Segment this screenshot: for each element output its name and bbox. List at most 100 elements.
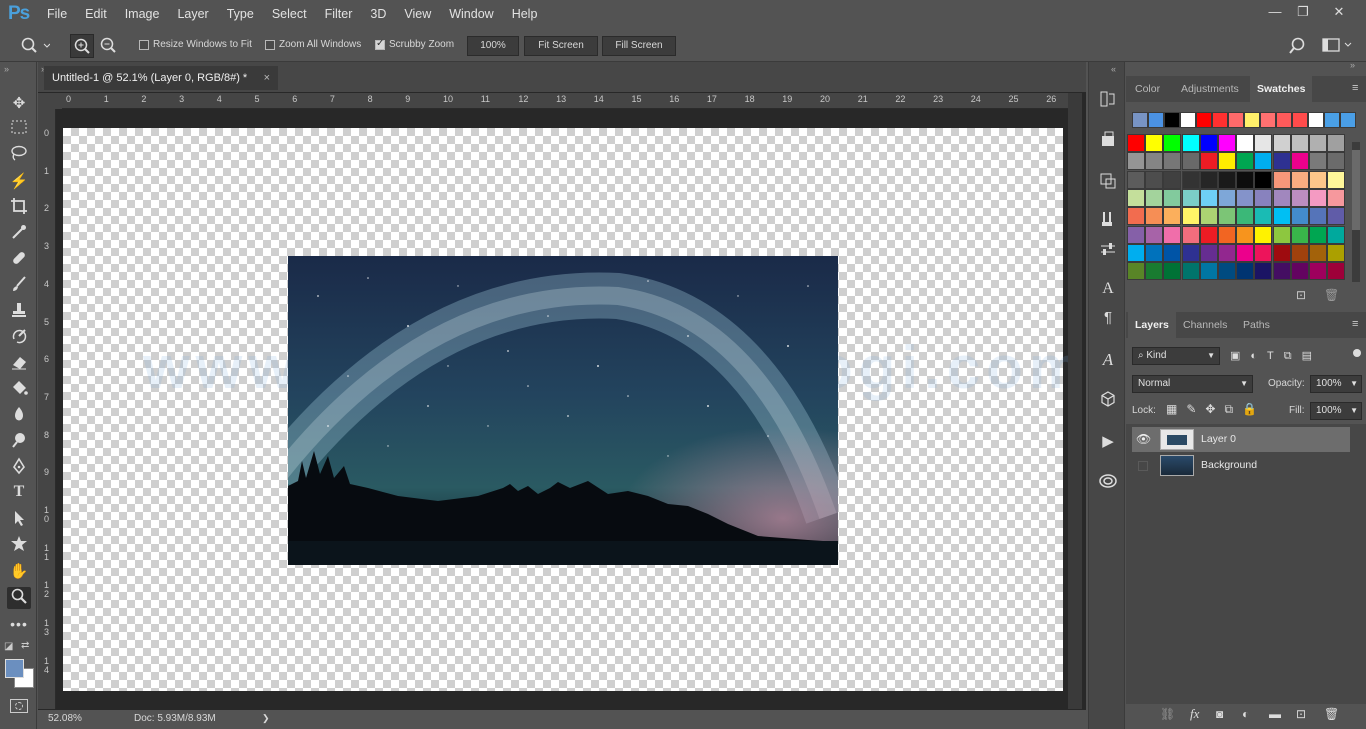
color-swatch[interactable] [1127,134,1145,152]
swatches-scrollbar[interactable] [1352,142,1360,282]
night-sky-image[interactable] [288,256,838,565]
blend-mode-select[interactable]: Normal ▼ [1132,375,1253,393]
close-document-icon[interactable]: × [264,66,270,90]
color-swatch[interactable] [1236,152,1255,171]
color-swatch[interactable] [1163,134,1182,152]
color-swatch[interactable] [1236,207,1255,226]
color-swatch[interactable] [1199,188,1218,207]
color-swatch[interactable] [1181,134,1200,152]
color-swatch[interactable] [1199,243,1218,262]
new-swatch-icon[interactable]: ⊡ [1296,288,1306,302]
quick-mask-icon[interactable] [10,699,28,713]
recent-swatch[interactable] [1244,112,1260,128]
color-swatch[interactable] [1254,188,1273,207]
color-swatch[interactable] [1272,207,1291,226]
color-swatch[interactable] [1327,243,1346,262]
eraser-tool-icon[interactable] [7,353,31,375]
color-swatch[interactable] [1145,170,1164,189]
color-swatch[interactable] [1272,170,1291,189]
color-swatch[interactable] [1290,188,1309,207]
color-swatch[interactable] [1181,207,1200,226]
swap-colors-icon[interactable]: ⇄ [21,640,29,651]
color-swatch[interactable] [1309,152,1327,171]
adjustments-sliders-icon[interactable] [1098,240,1118,260]
recent-swatch[interactable] [1228,112,1244,128]
hand-tool-icon[interactable]: ✋ [7,561,31,583]
workspace-icon[interactable] [1322,38,1354,54]
tab-color[interactable]: Color [1128,76,1167,102]
filter-kind-select[interactable]: ⌕ Kind ▼ [1132,347,1220,365]
color-swatch[interactable] [1309,134,1327,152]
vertical-ruler[interactable]: 0 1 2 3 4 5 6 7 8 9 1 0 1 1 1 2 1 3 1 4 [38,109,56,709]
color-swatch[interactable] [1272,262,1291,281]
tab-adjustments[interactable]: Adjustments [1174,76,1246,102]
color-swatch[interactable] [1199,262,1218,281]
color-swatch[interactable] [1309,225,1327,244]
menu-layer[interactable]: Layer [168,0,217,28]
color-swatch[interactable] [1236,170,1255,189]
foreground-color-swatch[interactable] [5,659,24,678]
character-panel-icon[interactable]: A [1098,280,1118,300]
color-swatch[interactable] [1254,207,1273,226]
brushes-panel-icon[interactable] [1098,210,1118,230]
paint-bucket-tool-icon[interactable] [7,379,31,401]
layer-row-layer-0[interactable]: 👁 Layer 0 [1132,427,1350,452]
color-swatch[interactable] [1254,225,1273,244]
color-swatch[interactable] [1218,188,1236,207]
color-swatch[interactable] [1181,243,1200,262]
path-selection-tool-icon[interactable] [7,509,31,531]
menu-help[interactable]: Help [503,0,547,28]
recent-swatch[interactable] [1164,112,1180,128]
color-swatch[interactable] [1145,262,1164,281]
color-swatch[interactable] [1327,152,1346,171]
navigator-panel-icon[interactable] [1098,172,1118,192]
blur-tool-icon[interactable] [7,405,31,427]
color-swatch[interactable] [1181,225,1200,244]
menu-view[interactable]: View [395,0,440,28]
properties-panel-icon[interactable] [1098,130,1118,150]
color-swatch[interactable] [1290,262,1309,281]
scrubby-zoom-checkbox[interactable]: Scrubby Zoom [375,38,454,50]
delete-layer-icon[interactable]: 🗑 [1324,707,1339,721]
recent-swatch[interactable] [1260,112,1276,128]
layer-mask-icon[interactable]: ◙ [1216,707,1223,721]
color-swatch[interactable] [1327,207,1346,226]
search-icon[interactable] [1289,37,1307,55]
color-swatch[interactable] [1199,152,1218,171]
creative-cloud-icon[interactable] [1098,472,1118,492]
color-swatch[interactable] [1254,243,1273,262]
filter-type-icons[interactable]: ▣◐T⧉▤ [1230,349,1322,363]
color-swatch[interactable] [1145,243,1164,262]
color-swatch[interactable] [1272,225,1291,244]
zoom-all-checkbox[interactable]: Zoom All Windows [265,39,361,50]
color-swatch[interactable] [1309,243,1327,262]
ruler-origin[interactable] [38,93,62,109]
adjustment-layer-icon[interactable]: ◐ [1242,707,1249,721]
color-swatch[interactable] [1127,152,1145,171]
color-swatch[interactable] [1181,188,1200,207]
color-swatch[interactable] [1218,225,1236,244]
dodge-tool-icon[interactable] [7,431,31,453]
recent-swatch[interactable] [1196,112,1212,128]
filter-toggle-icon[interactable] [1353,349,1361,357]
clone-stamp-tool-icon[interactable] [7,301,31,323]
color-swatch[interactable] [1181,262,1200,281]
color-swatch[interactable] [1181,170,1200,189]
collapse-dock-icon[interactable]: » [1350,60,1355,70]
color-swatch[interactable] [1327,225,1346,244]
color-swatch[interactable] [1290,243,1309,262]
expand-panels-icon[interactable]: « [1111,64,1116,74]
color-swatch[interactable] [1236,262,1255,281]
fit-screen-button[interactable]: Fit Screen [524,36,598,56]
healing-brush-tool-icon[interactable] [7,249,31,271]
pen-tool-icon[interactable] [7,457,31,479]
color-swatch[interactable] [1290,170,1309,189]
color-swatch[interactable] [1254,262,1273,281]
zoom-tool-icon[interactable] [7,587,31,609]
recent-swatch[interactable] [1132,112,1148,128]
color-swatch[interactable] [1181,152,1200,171]
color-swatch[interactable] [1127,262,1145,281]
color-swatch[interactable] [1145,134,1164,152]
collapse-toolbar-icon[interactable]: » [4,64,9,74]
color-swatch[interactable] [1145,188,1164,207]
